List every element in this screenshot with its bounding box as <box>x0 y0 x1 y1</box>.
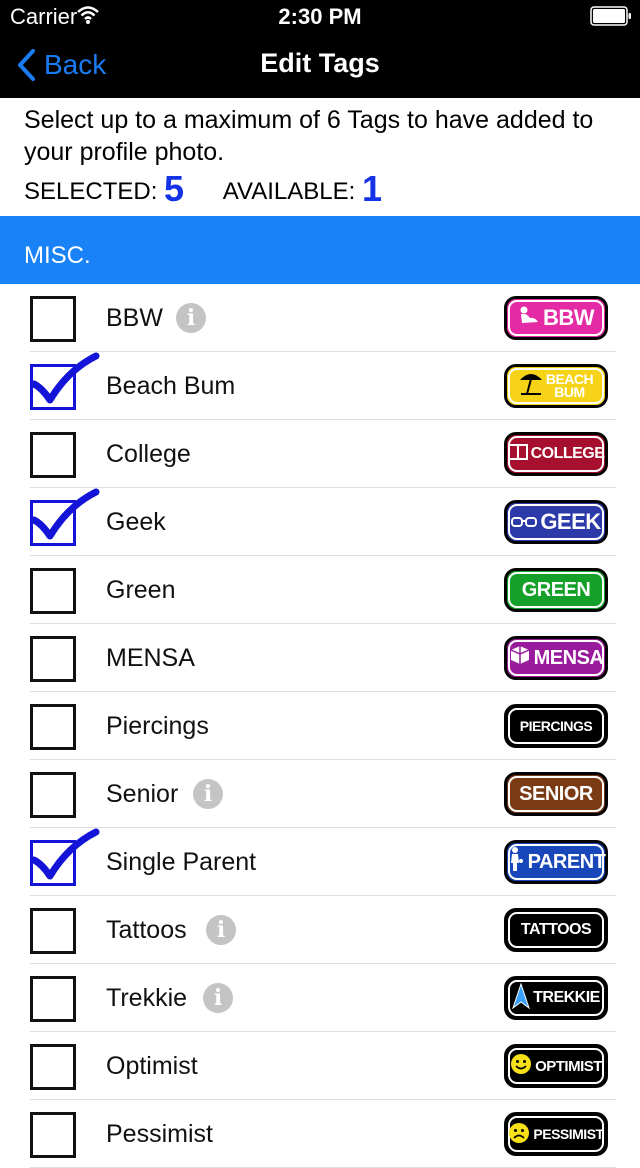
checkbox-checked[interactable] <box>30 364 76 410</box>
tag-row[interactable]: Pessimist PESSIMIST <box>0 1100 640 1168</box>
checkbox-unchecked[interactable] <box>30 432 76 478</box>
frown-icon <box>508 1122 530 1147</box>
tag-row[interactable]: Piercings PIERCINGS <box>0 692 640 760</box>
tag-row[interactable]: Single Parent PARENT <box>0 828 640 896</box>
selected-count: 5 <box>164 168 185 209</box>
cube-icon <box>509 644 531 672</box>
tag-label: BBW <box>106 304 163 332</box>
info-icon[interactable]: i <box>193 779 223 809</box>
tag-badge: MENSA <box>504 636 608 680</box>
tag-row[interactable]: MENSA MENSA <box>0 624 640 692</box>
tag-row[interactable]: Optimist OPTIMIST <box>0 1032 640 1100</box>
checkbox-unchecked[interactable] <box>30 568 76 614</box>
tag-label: Tattoos <box>106 916 187 944</box>
badge-text: TREKKIE <box>533 989 600 1006</box>
tag-row[interactable]: Geek GEEK <box>0 488 640 556</box>
badge-text: TATTOOS <box>520 921 592 938</box>
tag-badge: GEEK <box>504 500 608 544</box>
parent-icon <box>507 846 525 878</box>
lady-icon <box>518 304 540 332</box>
section-title: MISC. <box>24 242 91 269</box>
page-title: Edit Tags <box>260 48 380 78</box>
info-icon[interactable]: i <box>203 983 233 1013</box>
tag-row[interactable]: Tattoos i TATTOOS <box>0 896 640 964</box>
navigation-bar: Back Edit Tags <box>0 32 640 98</box>
tag-label: Single Parent <box>106 848 257 876</box>
checkbox-unchecked[interactable] <box>30 976 76 1022</box>
tag-label: Piercings <box>106 712 209 740</box>
tag-label: Green <box>106 576 176 604</box>
badge-text: GEEK <box>540 509 601 534</box>
starfleet-icon <box>512 981 531 1014</box>
tag-label: College <box>106 440 191 468</box>
badge-text: BBW <box>542 305 595 330</box>
tag-badge: GREEN <box>504 568 608 612</box>
tag-label: Beach Bum <box>106 372 236 400</box>
badge-text: SENIOR <box>519 782 593 805</box>
tag-badge: TREKKIE <box>504 976 608 1020</box>
tag-row[interactable]: BBW i BBW <box>0 284 640 352</box>
available-label: AVAILABLE: <box>222 178 356 205</box>
badge-text: PESSIMIST <box>533 1126 604 1142</box>
tag-row[interactable]: Green GREEN <box>0 556 640 624</box>
badge-text: PARENT <box>527 850 606 873</box>
badge-text: GREEN <box>521 578 591 601</box>
status-time: 2:30 PM <box>278 4 362 29</box>
glasses-icon <box>511 509 538 535</box>
info-icon[interactable]: i <box>206 915 236 945</box>
badge-text: OPTIMIST <box>535 1057 602 1075</box>
tag-counts: SELECTED: 5 AVAILABLE: 1 <box>24 168 382 210</box>
checkbox-unchecked[interactable] <box>30 1044 76 1090</box>
selected-label: SELECTED: <box>24 178 158 205</box>
tag-badge: OPTIMIST <box>504 1044 608 1088</box>
section-header-misc: MISC. <box>0 216 640 284</box>
tag-label: Trekkie <box>106 984 188 1012</box>
tag-label: Geek <box>106 508 166 536</box>
tag-badge: BBW <box>504 296 608 340</box>
available-count: 1 <box>361 168 382 209</box>
badge-text: COLLEGE <box>530 445 605 462</box>
checkbox-checked[interactable] <box>30 500 76 546</box>
umbrella-icon <box>519 370 543 402</box>
smiley-icon <box>510 1053 532 1079</box>
checkbox-unchecked[interactable] <box>30 704 76 750</box>
instructions-text: Select up to a maximum of 6 Tags to have… <box>24 106 594 166</box>
tag-badge: PIERCINGS <box>504 704 608 748</box>
badge-text-line2: BUM <box>554 384 585 400</box>
checkbox-checked[interactable] <box>30 840 76 886</box>
badge-text: MENSA <box>533 646 604 669</box>
tag-label: Senior <box>106 780 179 808</box>
checkbox-unchecked[interactable] <box>30 636 76 682</box>
checkbox-unchecked[interactable] <box>30 772 76 818</box>
status-bar: Carrier 2:30 PM <box>0 0 640 32</box>
tag-badge: BEACH BUM <box>504 364 608 408</box>
tag-label: Optimist <box>106 1052 198 1080</box>
tag-row[interactable]: College COLLEGE <box>0 420 640 488</box>
tag-list: BBW i BBW Beach Bum BEACH BUM College COLLEGE Ge… <box>0 284 640 1168</box>
tag-badge: PESSIMIST <box>504 1112 608 1156</box>
checkbox-unchecked[interactable] <box>30 908 76 954</box>
tag-label: Pessimist <box>106 1120 213 1148</box>
tag-info-panel: Select up to a maximum of 6 Tags to have… <box>0 98 640 216</box>
tag-label: MENSA <box>106 644 195 672</box>
tag-badge: COLLEGE <box>504 432 608 476</box>
checkbox-unchecked[interactable] <box>30 296 76 342</box>
tag-row[interactable]: Trekkie i TREKKIE <box>0 964 640 1032</box>
tag-row[interactable]: Beach Bum BEACH BUM <box>0 352 640 420</box>
tag-badge: SENIOR <box>504 772 608 816</box>
info-icon[interactable]: i <box>176 303 206 333</box>
tag-row[interactable]: Senior i SENIOR <box>0 760 640 828</box>
tag-badge: TATTOOS <box>504 908 608 952</box>
checkbox-unchecked[interactable] <box>30 1112 76 1158</box>
book-icon <box>507 443 528 466</box>
battery-icon <box>590 6 631 26</box>
tag-badge: PARENT <box>504 840 608 884</box>
badge-text: PIERCINGS <box>519 718 593 734</box>
